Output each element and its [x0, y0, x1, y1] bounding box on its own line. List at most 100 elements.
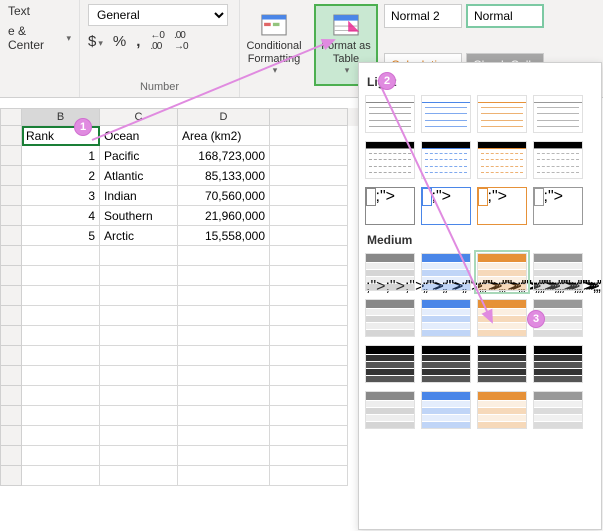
cell[interactable]: [270, 206, 348, 226]
table-style-option[interactable]: ;">;">;">;">;">;">;">;">;">;">;">;">;">;…: [421, 187, 471, 225]
cell[interactable]: 4: [22, 206, 100, 226]
merge-center-button[interactable]: e & Center ▾: [8, 24, 71, 52]
cell[interactable]: [178, 346, 270, 366]
cell[interactable]: [22, 326, 100, 346]
cell[interactable]: 85,133,000: [178, 166, 270, 186]
cell[interactable]: [22, 266, 100, 286]
row-header[interactable]: [0, 226, 22, 246]
worksheet[interactable]: B C D Rank Ocean Area (km2) 1 Pacific 16…: [0, 108, 400, 486]
cell[interactable]: [22, 386, 100, 406]
cell[interactable]: [100, 406, 178, 426]
cell[interactable]: [178, 266, 270, 286]
wrap-text-button[interactable]: Text: [8, 4, 30, 18]
cell[interactable]: [100, 386, 178, 406]
cell[interactable]: 21,960,000: [178, 206, 270, 226]
cell[interactable]: [270, 226, 348, 246]
cell-C-header[interactable]: Ocean: [100, 126, 178, 146]
cell[interactable]: [178, 406, 270, 426]
table-style-option[interactable]: [477, 391, 527, 429]
table-style-option[interactable]: [477, 299, 527, 337]
table-style-option[interactable]: [365, 391, 415, 429]
cell[interactable]: [22, 286, 100, 306]
cell[interactable]: [270, 406, 348, 426]
cell[interactable]: [22, 246, 100, 266]
conditional-formatting-button[interactable]: Conditional Formatting ▾: [242, 4, 306, 86]
row-header[interactable]: [0, 146, 22, 166]
table-style-option[interactable]: [365, 141, 415, 179]
cell[interactable]: [100, 346, 178, 366]
cell[interactable]: [178, 446, 270, 466]
column-header-D[interactable]: D: [178, 108, 270, 126]
cell[interactable]: Indian: [100, 186, 178, 206]
cell[interactable]: [100, 446, 178, 466]
row-header[interactable]: [0, 406, 22, 426]
table-style-option[interactable]: [365, 345, 415, 383]
cell[interactable]: 5: [22, 226, 100, 246]
cell[interactable]: 3: [22, 186, 100, 206]
table-style-option[interactable]: [421, 253, 471, 291]
decrease-decimal-button[interactable]: .00→0: [174, 30, 188, 52]
table-style-option[interactable]: [365, 253, 415, 291]
cell[interactable]: [22, 426, 100, 446]
cell-D-header[interactable]: Area (km2): [178, 126, 270, 146]
number-format-select[interactable]: General: [88, 4, 228, 26]
cell[interactable]: [100, 286, 178, 306]
cell[interactable]: [22, 346, 100, 366]
select-all-corner[interactable]: [0, 108, 22, 126]
table-style-option[interactable]: [421, 141, 471, 179]
comma-button[interactable]: ,: [136, 33, 140, 50]
cell[interactable]: Atlantic: [100, 166, 178, 186]
cell[interactable]: [270, 366, 348, 386]
cell[interactable]: [22, 366, 100, 386]
row-header[interactable]: [0, 346, 22, 366]
cell[interactable]: [100, 326, 178, 346]
table-style-option[interactable]: [365, 95, 415, 133]
table-style-option[interactable]: [477, 141, 527, 179]
table-style-option[interactable]: [421, 345, 471, 383]
column-header-E[interactable]: [270, 108, 348, 126]
increase-decimal-button[interactable]: ←0.00: [150, 30, 164, 52]
row-header[interactable]: [0, 166, 22, 186]
cell[interactable]: [270, 426, 348, 446]
cell[interactable]: [270, 286, 348, 306]
row-header[interactable]: [0, 426, 22, 446]
style-normal2[interactable]: Normal 2: [384, 4, 462, 28]
cell[interactable]: [270, 166, 348, 186]
row-header[interactable]: [0, 386, 22, 406]
percent-button[interactable]: %: [113, 33, 126, 50]
style-normal[interactable]: Normal: [466, 4, 544, 28]
cell[interactable]: [270, 246, 348, 266]
cell[interactable]: [178, 466, 270, 486]
table-style-option[interactable]: [477, 345, 527, 383]
cell[interactable]: [100, 306, 178, 326]
cell[interactable]: [178, 326, 270, 346]
cell[interactable]: Arctic: [100, 226, 178, 246]
table-style-option[interactable]: [533, 141, 583, 179]
table-style-option[interactable]: [365, 299, 415, 337]
cell[interactable]: [178, 366, 270, 386]
table-style-option[interactable]: [477, 95, 527, 133]
table-style-option[interactable]: [533, 95, 583, 133]
cell[interactable]: 2: [22, 166, 100, 186]
cell[interactable]: [100, 246, 178, 266]
cell[interactable]: Southern: [100, 206, 178, 226]
cell[interactable]: [270, 466, 348, 486]
row-header[interactable]: [0, 126, 22, 146]
cell[interactable]: [178, 426, 270, 446]
table-style-option[interactable]: ;">;">;">;">;">;">;">;">;">;">;">;">;">;…: [533, 187, 583, 225]
table-style-option[interactable]: [421, 299, 471, 337]
row-header[interactable]: [0, 326, 22, 346]
cell[interactable]: 1: [22, 146, 100, 166]
cell[interactable]: [178, 386, 270, 406]
row-header[interactable]: [0, 366, 22, 386]
cell[interactable]: [270, 306, 348, 326]
cell[interactable]: 15,558,000: [178, 226, 270, 246]
row-header[interactable]: [0, 446, 22, 466]
cell[interactable]: [270, 326, 348, 346]
table-style-option[interactable]: [421, 95, 471, 133]
row-header[interactable]: [0, 186, 22, 206]
cell[interactable]: Pacific: [100, 146, 178, 166]
cell[interactable]: [178, 246, 270, 266]
table-style-option[interactable]: [533, 345, 583, 383]
cell[interactable]: [100, 266, 178, 286]
